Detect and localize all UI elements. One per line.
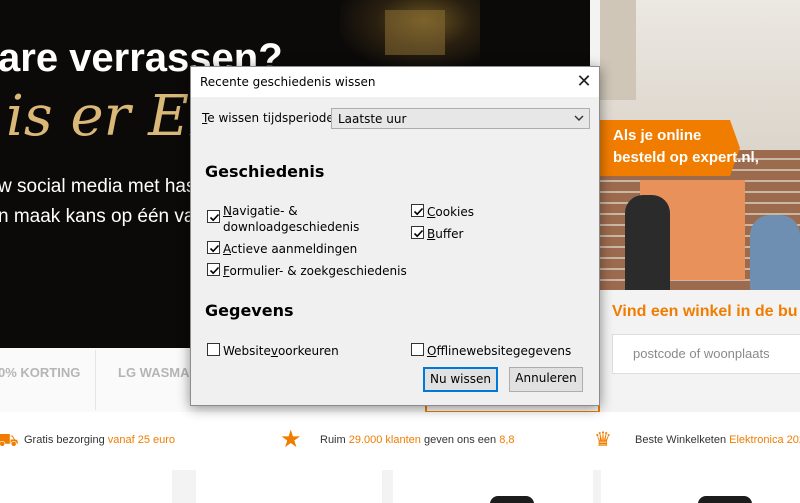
checkmark-icon [209, 266, 220, 275]
cookies-label: Cookies [427, 205, 474, 219]
product-image [698, 496, 752, 503]
navigation-history-label-line2: downloadgeschiedenis [223, 220, 360, 234]
store-finder-title: Vind een winkel in de bu [612, 303, 798, 320]
active-logins-label: Actieve aanmeldingen [223, 242, 358, 256]
checkmark-icon [209, 213, 220, 222]
nav-divider [95, 350, 96, 410]
product-image [490, 496, 534, 503]
photo-customer [750, 215, 800, 290]
time-range-value: Laatste uur [338, 112, 407, 126]
cache-label: Buffer [427, 227, 464, 241]
chevron-down-icon [574, 115, 584, 121]
product-card[interactable] [196, 470, 382, 503]
offline-data-label: Offlinewebsitegegevens [427, 344, 572, 358]
checkmark-icon [413, 229, 424, 238]
product-card[interactable] [0, 470, 172, 503]
photo-window [600, 0, 636, 100]
checkmark-icon [209, 244, 220, 253]
time-range-select[interactable]: Laatste uur [331, 108, 590, 129]
cache-checkbox[interactable] [411, 226, 424, 239]
navigation-history-checkbox[interactable] [207, 210, 220, 223]
hero-subtext-2: n maak kans op één va [0, 206, 195, 227]
star-icon: ★ [280, 426, 302, 453]
time-range-label: Te wissen tijdsperiode: [202, 111, 338, 125]
cookies-checkbox[interactable] [411, 204, 424, 217]
clear-now-button[interactable]: Nu wissen [423, 367, 498, 392]
nav-item-lg-wasmachine[interactable]: LG WASMA [118, 365, 190, 380]
form-history-checkbox[interactable] [207, 263, 220, 276]
nav-item-korting[interactable]: 0% KORTING [0, 365, 80, 380]
promo-text-2: besteld op expert.nl, [613, 149, 759, 166]
site-preferences-checkbox[interactable] [207, 343, 220, 356]
promo-text-1: Als je online [613, 127, 702, 144]
active-logins-checkbox[interactable] [207, 241, 220, 254]
dialog-titlebar[interactable]: Recente geschiedenis wissen ✕ [191, 67, 599, 97]
hero-subtext-1: w social media met has [0, 176, 196, 197]
offline-data-checkbox[interactable] [411, 343, 424, 356]
close-icon[interactable]: ✕ [571, 69, 597, 95]
navigation-history-label: Navigatie- & [223, 204, 298, 218]
dialog-title: Recente geschiedenis wissen [200, 75, 376, 89]
truck-icon: ⛟ [0, 430, 19, 450]
cancel-button[interactable]: Annuleren [509, 367, 583, 392]
usp-reviews: Ruim 29.000 klanten geven ons een 8,8 [320, 434, 515, 446]
usp-award: Beste Winkelketen Elektronica 2020 [635, 434, 800, 446]
site-preferences-label: Websitevoorkeuren [223, 344, 339, 358]
data-heading: Gegevens [205, 301, 294, 320]
form-history-label: Formulier- & zoekgeschiedenis [223, 264, 407, 278]
photo-delivery-person [625, 195, 670, 290]
postcode-placeholder: postcode of woonplaats [633, 346, 770, 361]
checkmark-icon [413, 207, 424, 216]
hero-gift-image [385, 10, 445, 55]
usp-delivery: Gratis bezorging vanaf 25 euro [24, 434, 176, 446]
clear-history-dialog: Recente geschiedenis wissen ✕ Te wissen … [190, 66, 600, 406]
crown-icon: ♛ [594, 429, 612, 451]
history-heading: Geschiedenis [205, 162, 325, 181]
